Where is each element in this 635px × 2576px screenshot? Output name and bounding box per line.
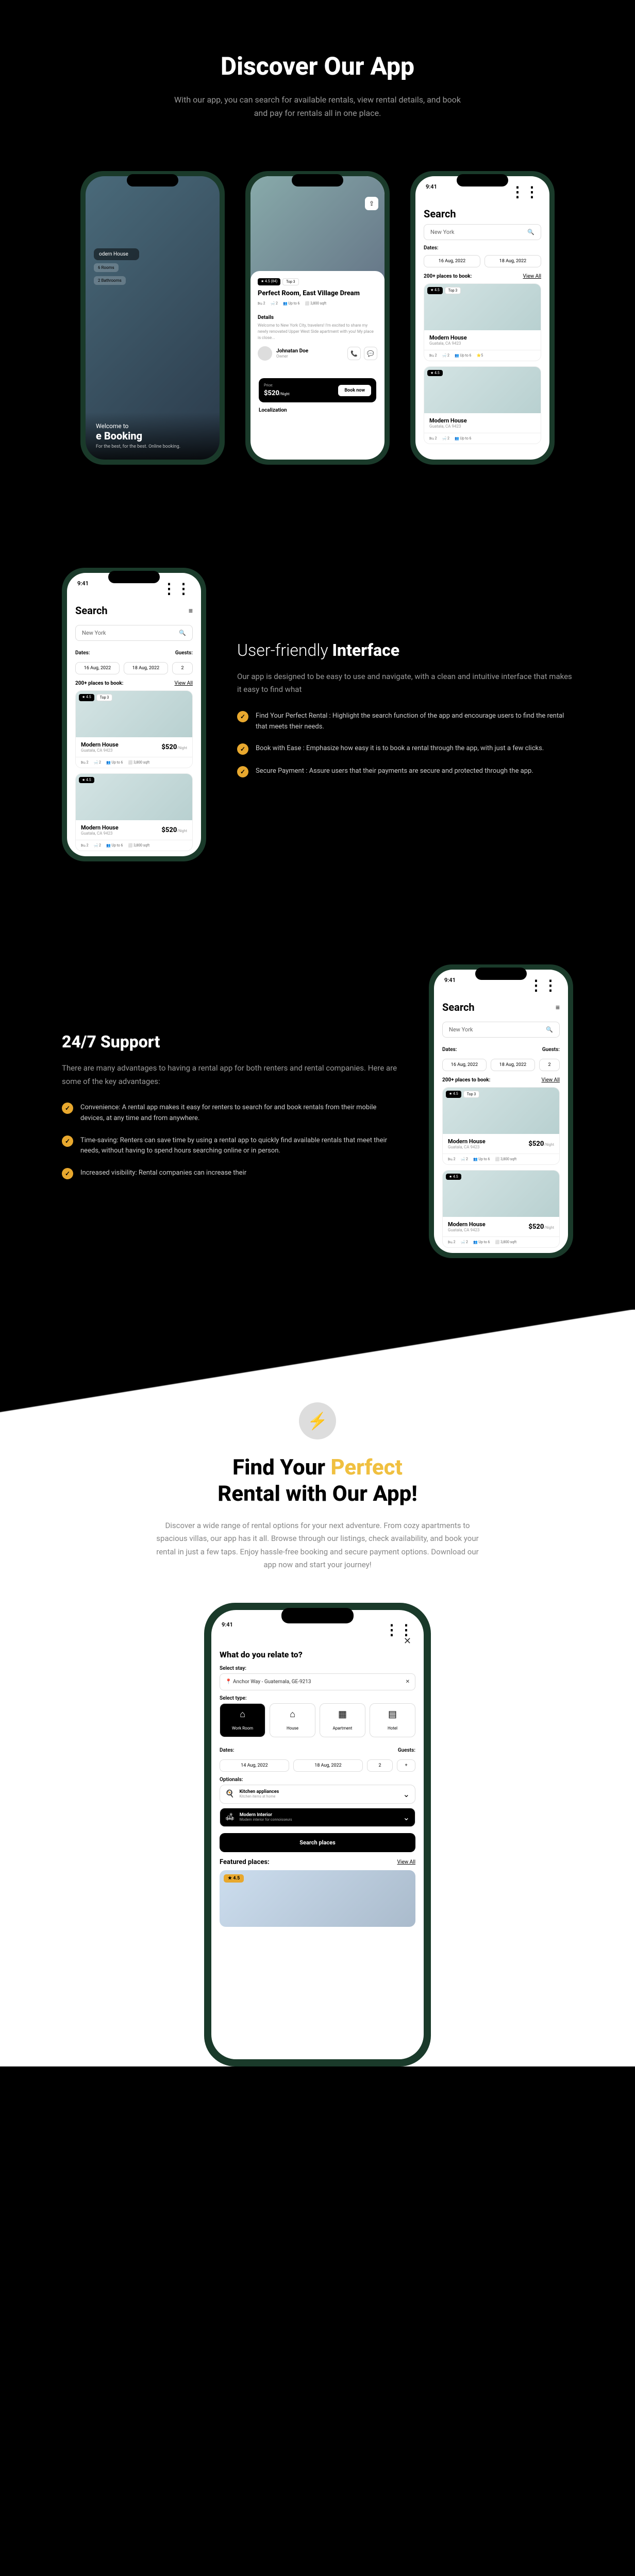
clear-icon: ✕ [406,1679,410,1685]
date-from[interactable]: 16 Aug, 2022 [442,1059,487,1071]
check-icon: ✓ [237,766,248,777]
phone-search-partial: 9:41⋮⋮ Search New York🔍 Dates: 16 Aug, 2… [410,171,555,465]
hero-title: Discover Our App [31,52,604,81]
guests-input[interactable]: 2 [367,1759,393,1772]
date-to[interactable]: 18 Aug, 2022 [484,255,541,267]
share-icon[interactable]: ⇪ [365,197,378,210]
date-from[interactable]: 14 Aug, 2022 [220,1759,289,1772]
close-icon[interactable]: ✕ [404,1636,411,1647]
hero-section: Discover Our App With our app, you can s… [0,0,635,150]
search-icon: 🔍 [546,1026,553,1033]
location-input[interactable]: New York🔍 [75,625,193,641]
check-icon: ✓ [62,1136,73,1147]
listing-card[interactable]: ★ 4.5Top 3 Modern HouseGuatala, CA 9423 … [424,283,541,361]
date-from[interactable]: 16 Aug, 2022 [75,662,120,674]
chevron-down-icon: ⌄ [403,1789,410,1799]
phone-detail: ⇪ ★ 4.5 (84) Top 3 Perfect Room, East Vi… [245,171,390,465]
signal-icon: ⋮⋮ [529,977,558,994]
phone-relate: 9:41⋮⋮ ✕ What do you relate to? Select s… [204,1603,431,2066]
view-all-link[interactable]: View All [542,1077,560,1083]
type-hotel[interactable]: ▤Hotel [370,1703,415,1737]
search-icon: 🔍 [179,630,186,636]
check-icon: ✓ [62,1168,73,1179]
hero-subtitle: With our app, you can search for availab… [173,93,462,120]
feature-support: 24/7 Support There are many advantages t… [0,913,635,1310]
view-all-link[interactable]: View All [397,1859,415,1865]
feature-item: ✓Find Your Perfect Rental : Highlight th… [237,711,573,733]
listing-card[interactable]: ★ 4.5Top 3 Modern HouseGuatala, CA 9423$… [75,690,193,768]
featured-card[interactable]: ★ 4.5 [220,1870,415,1927]
phones-showcase: odern House 6 Rooms 2 Bathrooms Welcome … [0,150,635,516]
bolt-icon: ⚡ [299,1402,336,1439]
check-icon: ✓ [237,743,248,755]
view-all-link[interactable]: View All [523,274,541,279]
phone-search-support: 9:41⋮⋮ Search≡ New York🔍 Dates:Guests: 1… [429,964,573,1258]
phone-search-full: 9:41⋮⋮ Search≡ New York🔍 Dates:Guests: 1… [62,568,206,861]
call-icon[interactable]: 📞 [347,347,361,360]
stay-input[interactable]: 📍 Anchor Way - Guatemala, GE-9213✕ [220,1673,415,1690]
date-to[interactable]: 18 Aug, 2022 [124,662,168,674]
feature-item: ✓Convenience: A rental app makes it easy… [62,1103,398,1124]
menu-icon[interactable]: ≡ [189,606,193,615]
price-bar: Price: $520/Night Book now [259,378,376,402]
feature-title: User-friendly Interface [237,640,573,660]
feature-title: 24/7 Support [62,1032,398,1052]
listing-card[interactable]: ★ 4.5 Modern HouseGuatala, CA 9423$520/N… [442,1170,560,1248]
feature-interface: 9:41⋮⋮ Search≡ New York🔍 Dates:Guests: 1… [0,516,635,913]
date-from[interactable]: 16 Aug, 2022 [424,255,480,267]
listing-card[interactable]: ★ 4.5Top 3 Modern HouseGuatala, CA 9423$… [442,1087,560,1165]
location-input[interactable]: New York🔍 [442,1022,560,1038]
cta-section: ⚡ Find Your PerfectRental with Our App! … [0,1310,635,2066]
feature-item: ✓Increased visibility: Rental companies … [62,1168,398,1179]
guests-input[interactable]: 2 [539,1059,560,1071]
option-kitchen[interactable]: 🍳 Kitchen appliancesKitchen items at hom… [220,1785,415,1804]
type-workroom[interactable]: ⌂Work Room [220,1703,265,1737]
phone-booking: odern House 6 Rooms 2 Bathrooms Welcome … [80,171,225,465]
date-to[interactable]: 18 Aug, 2022 [293,1759,363,1772]
location-input[interactable]: New York🔍 [424,224,541,240]
guests-add[interactable]: + [397,1759,415,1772]
message-icon[interactable]: 💬 [364,347,377,360]
option-interior[interactable]: 🛋 Modern InteriorModern interior for con… [220,1808,415,1827]
check-icon: ✓ [237,711,248,722]
chevron-down-icon: ⌄ [403,1812,410,1822]
avatar [258,346,272,361]
feature-item: ✓Book with Ease : Emphasize how easy it … [237,743,573,755]
listing-card[interactable]: ★ 4.5 Modern HouseGuatala, CA 9423 🛏 2🛁 … [424,366,541,444]
book-button[interactable]: Book now [338,385,371,396]
feature-item: ✓Secure Payment : Assure users that thei… [237,766,573,777]
date-to[interactable]: 18 Aug, 2022 [491,1059,535,1071]
signal-icon: ⋮⋮ [510,183,539,200]
check-icon: ✓ [62,1103,73,1114]
view-all-link[interactable]: View All [175,681,193,686]
cta-title: Find Your PerfectRental with Our App! [31,1455,604,1507]
signal-icon: ⋮⋮ [162,580,191,597]
search-places-button[interactable]: Search places [220,1833,415,1852]
type-apartment[interactable]: ▦Apartment [320,1703,365,1737]
feature-item: ✓Time-saving: Renters can save time by u… [62,1136,398,1157]
menu-icon[interactable]: ≡ [556,1003,560,1012]
listing-card[interactable]: ★ 4.5 Modern HouseGuatala, CA 9423$520/N… [75,773,193,851]
type-house[interactable]: ⌂House [270,1703,315,1737]
guests-input[interactable]: 2 [172,662,193,674]
